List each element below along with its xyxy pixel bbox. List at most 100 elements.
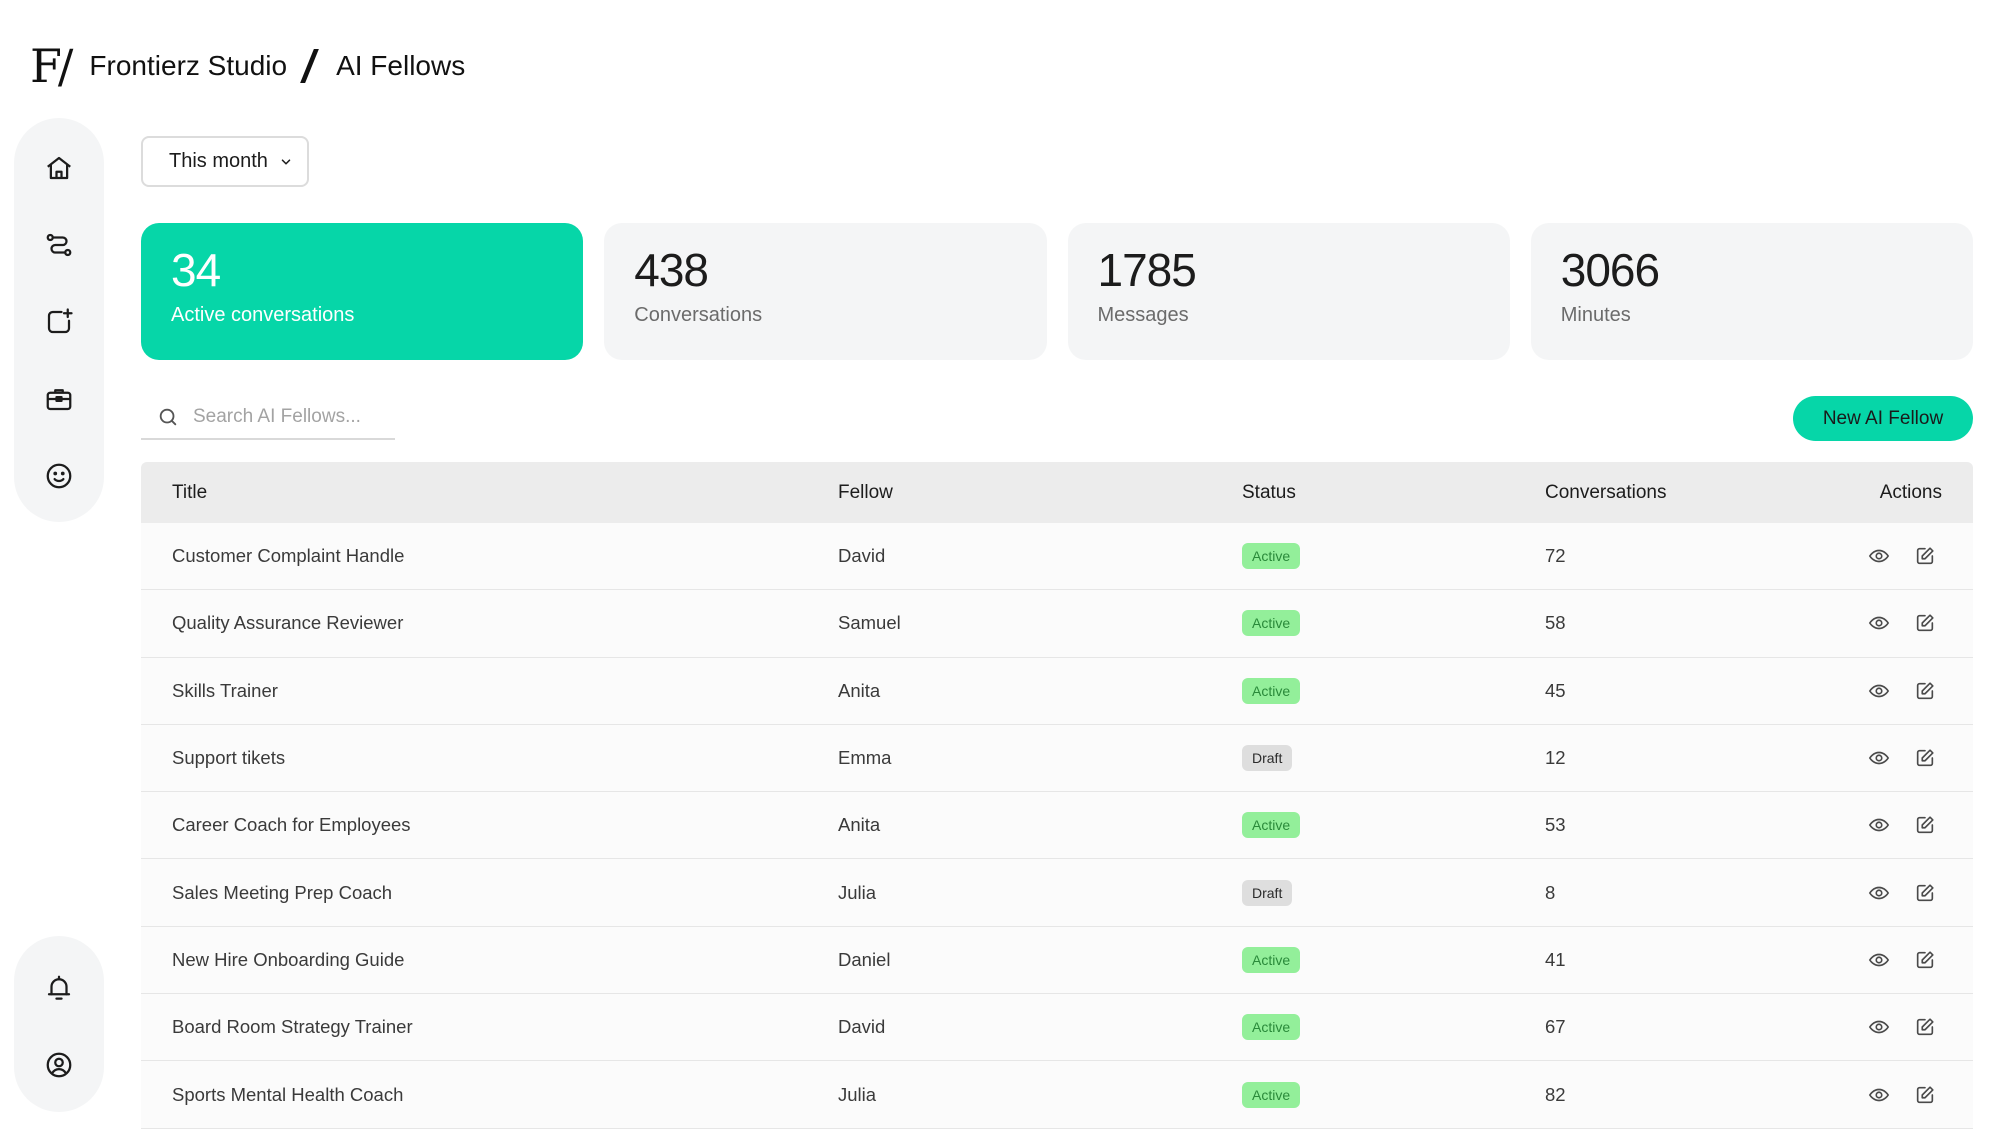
cell-fellow: Anita	[838, 814, 881, 836]
cell-conversations: 8	[1545, 881, 1556, 903]
cell-actions	[1847, 746, 1973, 770]
view-button[interactable]	[1867, 948, 1891, 972]
search-icon	[159, 408, 177, 426]
table-row[interactable]: Sports Mental Health Coach Julia Active 82	[141, 1061, 1973, 1129]
table-row[interactable]: Support tikets Emma Draft 12	[141, 724, 1973, 793]
briefcase-icon	[46, 389, 72, 411]
header: F/ Frontierz Studio AI Fellows	[30, 36, 465, 96]
sidebar-nav	[14, 118, 104, 522]
nav-flows[interactable]	[42, 228, 76, 262]
eye-icon	[1868, 549, 1890, 563]
edit-button[interactable]	[1913, 679, 1937, 703]
view-button[interactable]	[1867, 881, 1891, 905]
cell-title: Quality Assurance Reviewer	[172, 612, 404, 634]
view-button[interactable]	[1867, 611, 1891, 635]
cell-title: Sports Mental Health Coach	[172, 1083, 404, 1105]
edit-button[interactable]	[1913, 611, 1937, 635]
stat-value: 438	[634, 244, 709, 296]
stat-value: 3066	[1560, 244, 1660, 296]
eye-icon	[1868, 751, 1890, 765]
stat-card-active-conversations[interactable]: 34 Active conversations	[141, 223, 584, 360]
nav-fellows[interactable]	[42, 459, 76, 493]
edit-icon	[1916, 1085, 1934, 1103]
table-row[interactable]: Quality Assurance Reviewer Samuel Active 58	[141, 590, 1973, 658]
stat-card-conversations[interactable]: 438 Conversations	[604, 223, 1047, 360]
search-input[interactable]	[193, 406, 383, 428]
stats-row: 34 Active conversations 438 Conversation…	[141, 223, 1973, 360]
sidebar-bottom	[14, 936, 104, 1112]
search-bar	[141, 396, 395, 440]
column-header-title[interactable]: Title	[141, 482, 838, 504]
user-circle-icon	[46, 1052, 72, 1078]
edit-icon	[1916, 749, 1934, 767]
cell-fellow: Julia	[838, 881, 877, 903]
cell-conversations: 53	[1545, 814, 1566, 836]
fellows-table: Title Fellow Status Conversations Action…	[141, 462, 1973, 1129]
column-header-status[interactable]: Status	[1242, 482, 1545, 504]
edit-button[interactable]	[1913, 746, 1937, 770]
cell-title: Support tikets	[172, 747, 286, 769]
cell-status: Active	[1242, 946, 1545, 973]
view-button[interactable]	[1867, 1083, 1891, 1107]
edit-icon	[1916, 547, 1934, 565]
table-row[interactable]: Skills Trainer Anita Active 45	[141, 657, 1973, 725]
eye-icon	[1868, 1020, 1890, 1034]
stat-card-messages[interactable]: 1785 Messages	[1067, 223, 1510, 360]
profile-button[interactable]	[42, 1048, 76, 1082]
cell-status: Active	[1242, 610, 1545, 637]
new-ai-fellow-button[interactable]: New AI Fellow	[1793, 396, 1973, 441]
table-row[interactable]: Customer Complaint Handle David Active 72	[141, 523, 1973, 591]
cell-actions	[1847, 1083, 1973, 1107]
view-button[interactable]	[1867, 544, 1891, 568]
edit-icon	[1916, 816, 1934, 834]
cell-conversations: 58	[1545, 612, 1566, 634]
column-header-fellow[interactable]: Fellow	[838, 482, 1242, 504]
edit-icon	[1916, 1018, 1934, 1036]
table-row[interactable]: Career Coach for Employees Anita Active 53	[141, 792, 1973, 860]
table-header: Title Fellow Status Conversations Action…	[141, 462, 1973, 523]
status-badge: Active	[1242, 1081, 1301, 1108]
cell-fellow: David	[838, 545, 886, 567]
view-button[interactable]	[1867, 1015, 1891, 1039]
nav-home[interactable]	[42, 151, 76, 185]
view-button[interactable]	[1867, 746, 1891, 770]
cell-fellow: Anita	[838, 679, 881, 701]
cell-title: Sales Meeting Prep Coach	[172, 881, 393, 903]
edit-button[interactable]	[1913, 544, 1937, 568]
logo[interactable]: F/	[30, 43, 73, 89]
breadcrumb-workspace[interactable]: Frontierz Studio	[89, 50, 287, 82]
notifications-button[interactable]	[42, 971, 76, 1005]
view-button[interactable]	[1867, 679, 1891, 703]
table-row[interactable]: New Hire Onboarding Guide Daniel Active 41	[141, 926, 1973, 995]
table-row[interactable]: Board Room Strategy Trainer David Active 67	[141, 994, 1973, 1062]
stat-label: Active conversations	[171, 303, 355, 326]
cell-title: Skills Trainer	[172, 679, 278, 701]
smiley-icon	[46, 463, 72, 489]
cell-title: Board Room Strategy Trainer	[172, 1016, 413, 1038]
status-badge: Active	[1242, 946, 1301, 973]
cell-title: New Hire Onboarding Guide	[172, 948, 405, 970]
nav-workspace[interactable]	[42, 382, 76, 416]
period-select[interactable]: This month	[141, 136, 309, 187]
edit-button[interactable]	[1913, 813, 1937, 837]
period-select-value: This month	[169, 150, 268, 172]
cell-conversations: 45	[1545, 679, 1566, 701]
cell-actions	[1847, 544, 1973, 568]
edit-button[interactable]	[1913, 948, 1937, 972]
edit-icon	[1916, 682, 1934, 699]
view-button[interactable]	[1867, 813, 1891, 837]
table-row[interactable]: Sales Meeting Prep Coach Julia Draft 8	[141, 859, 1973, 927]
nav-create[interactable]	[42, 305, 76, 339]
edit-button[interactable]	[1913, 1015, 1937, 1039]
column-header-conversations[interactable]: Conversations	[1545, 482, 1847, 504]
cell-actions	[1847, 948, 1973, 972]
stat-card-minutes[interactable]: 3066 Minutes	[1530, 223, 1973, 360]
stat-value: 1785	[1097, 244, 1197, 296]
status-badge: Draft	[1242, 879, 1293, 906]
edit-button[interactable]	[1913, 1083, 1937, 1107]
status-badge: Active	[1242, 543, 1301, 570]
stat-label: Messages	[1097, 303, 1189, 326]
edit-button[interactable]	[1913, 881, 1937, 905]
cell-conversations: 67	[1545, 1016, 1566, 1038]
cell-fellow: Daniel	[838, 948, 891, 970]
